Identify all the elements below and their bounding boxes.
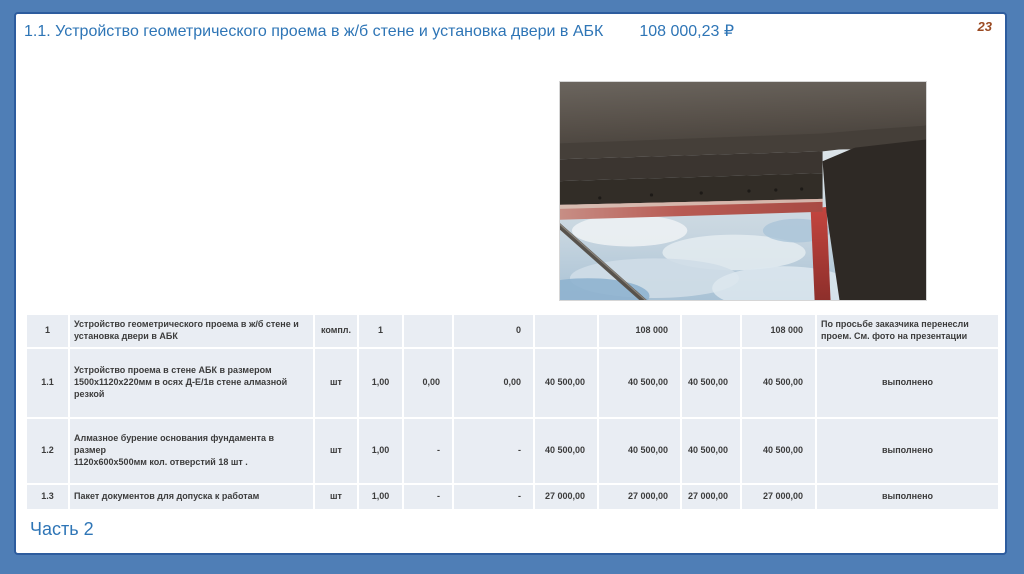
slide-content-area: 1.1. Устройство геометрического проема в… bbox=[14, 12, 1007, 555]
table-cell: 27 000,00 bbox=[680, 483, 742, 511]
table-cell: шт bbox=[313, 483, 359, 511]
photo-dot bbox=[649, 193, 654, 197]
table-cell: Устройство проема в стене АБК в размером… bbox=[68, 347, 315, 419]
table-cell: 40 500,00 bbox=[597, 347, 682, 419]
table-cell: 27 000,00 bbox=[533, 483, 599, 511]
table-cell: 108 000 bbox=[597, 313, 682, 349]
table-cell: Устройство геометрического проема в ж/б … bbox=[68, 313, 315, 349]
table-cell: 27 000,00 bbox=[597, 483, 682, 511]
table-cell: выполнено bbox=[815, 417, 1000, 485]
table-row: 1 Устройство геометрического проема в ж/б… bbox=[25, 313, 1000, 349]
photo-dot bbox=[598, 196, 602, 200]
slide-title-row: 1.1. Устройство геометрического проема в… bbox=[24, 22, 984, 43]
slide: { "slide": { "title": "1.1. Устройство г… bbox=[0, 0, 1024, 574]
table-cell: - bbox=[402, 417, 454, 485]
photo-door-opening bbox=[559, 81, 927, 301]
photo-dot bbox=[800, 187, 804, 191]
table-cell bbox=[402, 313, 454, 349]
slide-title: 1.1. Устройство геометрического проема в… bbox=[24, 23, 604, 40]
table-cell: - bbox=[452, 483, 535, 511]
table-cell: компл. bbox=[313, 313, 359, 349]
table-cell: 108 000 bbox=[740, 313, 817, 349]
table-cell: выполнено bbox=[815, 347, 1000, 419]
table-cell: шт bbox=[313, 347, 359, 419]
works-table: 1 Устройство геометрического проема в ж/б… bbox=[25, 313, 1000, 511]
photo-dot bbox=[699, 191, 703, 195]
table-cell bbox=[680, 313, 742, 349]
table-row: 1.3 Пакет документов для допуска к работа… bbox=[25, 483, 1000, 511]
table-cell: 40 500,00 bbox=[680, 417, 742, 485]
table-cell: Пакет документов для допуска к работам bbox=[68, 483, 315, 511]
table-cell bbox=[533, 313, 599, 349]
table-row: 1.2 Алмазное бурение основания фундамента… bbox=[25, 417, 1000, 485]
photo-cloud bbox=[571, 214, 688, 247]
table-cell: 1.1 bbox=[25, 347, 70, 419]
table-cell: 1 bbox=[357, 313, 404, 349]
table-cell: 40 500,00 bbox=[740, 347, 817, 419]
table-cell: 40 500,00 bbox=[533, 347, 599, 419]
table-cell: 40 500,00 bbox=[533, 417, 599, 485]
door-opening-photo-graphic bbox=[560, 82, 926, 300]
table-cell: 40 500,00 bbox=[680, 347, 742, 419]
table-cell: По просьбе заказчика перенесли проем. См… bbox=[815, 313, 1000, 349]
photo-dot bbox=[774, 188, 778, 192]
table-cell: Алмазное бурение основания фундамента в … bbox=[68, 417, 315, 485]
table-cell: 0,00 bbox=[402, 347, 454, 419]
table-cell: 1.2 bbox=[25, 417, 70, 485]
table-cell: 0,00 bbox=[452, 347, 535, 419]
table-cell: выполнено bbox=[815, 483, 1000, 511]
table-cell: - bbox=[452, 417, 535, 485]
table-cell: 1,00 bbox=[357, 483, 404, 511]
slide-title-amount: 108 000,23 ₽ bbox=[639, 23, 735, 40]
table-cell: шт bbox=[313, 417, 359, 485]
footer-part-label: Часть 2 bbox=[30, 519, 94, 539]
page-number: 23 bbox=[977, 19, 992, 34]
table-cell: - bbox=[402, 483, 454, 511]
table-cell: 1,00 bbox=[357, 347, 404, 419]
table-cell: 0 bbox=[452, 313, 535, 349]
table-row: 1.1 Устройство проема в стене АБК в разме… bbox=[25, 347, 1000, 419]
table-cell: 1 bbox=[25, 313, 70, 349]
table-cell: 27 000,00 bbox=[740, 483, 817, 511]
table-cell: 1,00 bbox=[357, 417, 404, 485]
table-cell: 40 500,00 bbox=[597, 417, 682, 485]
photo-dot bbox=[747, 189, 751, 193]
table-cell: 40 500,00 bbox=[740, 417, 817, 485]
table-cell: 1.3 bbox=[25, 483, 70, 511]
